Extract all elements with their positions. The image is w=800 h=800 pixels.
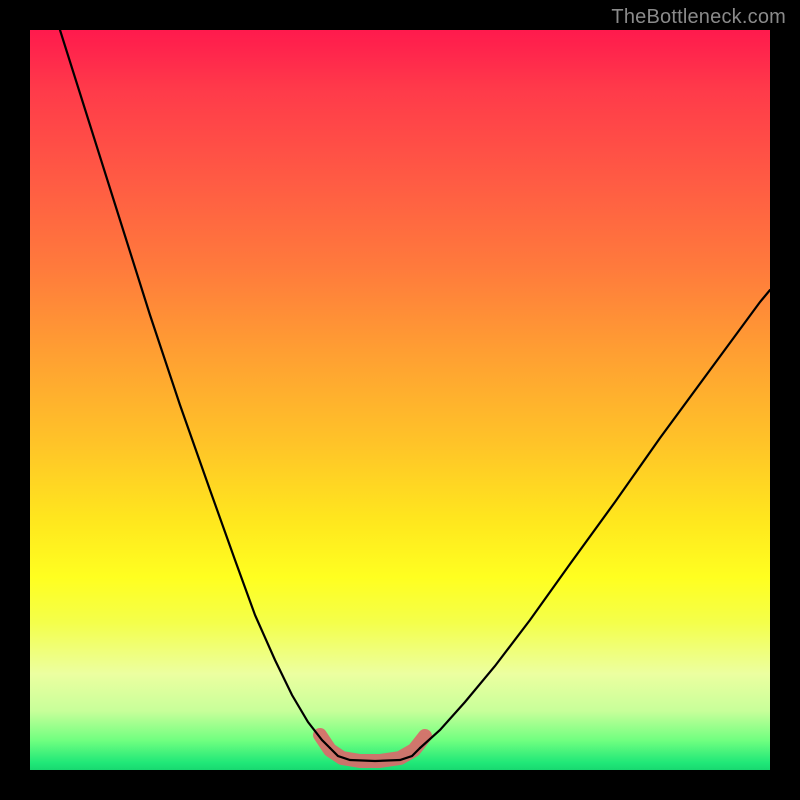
chart-frame: TheBottleneck.com [0,0,800,800]
watermark-text: TheBottleneck.com [611,6,786,29]
curve-right-branch [420,290,770,748]
curve-svg [30,30,770,770]
curve-left-branch [60,30,330,748]
plot-area [30,30,770,770]
